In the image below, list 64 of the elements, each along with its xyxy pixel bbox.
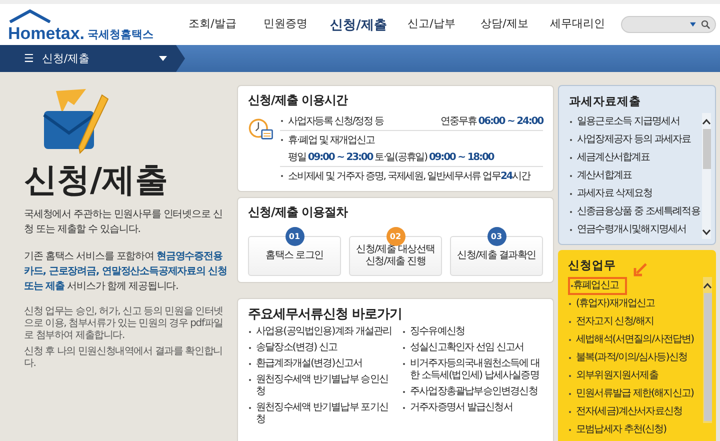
search-field[interactable] [621, 16, 716, 33]
panel-link[interactable]: 과세자료 삭제요청 [569, 185, 652, 203]
step-label: 신청/제출 결과확인 [457, 250, 536, 262]
panel-link[interactable]: 모범납세자 추천(신청) [568, 421, 666, 439]
note-text: 신청 업무는 승인, 허가, 신고 등의 민원을 인터넷으로 이용, 첨부서류가 있는 민원의 경우 pdf파일로 첨부하여 제출합니다. [24, 306, 224, 342]
scroll-up-icon[interactable] [703, 283, 712, 289]
shortcut-link[interactable]: 비거주자등의국내원천소득에 대한 소득세(법인세) 납세사실증명 [402, 358, 543, 382]
step-number: 03 [487, 227, 506, 246]
shortcut-link[interactable]: 원천징수세액 반기별납부 승인신청 [248, 374, 396, 398]
note-text: 신청 후 나의 민원신청내역에서 결과를 확인합니다. [24, 346, 224, 370]
panel-link[interactable]: 계산서합계표 [569, 167, 632, 185]
panel-link[interactable]: (휴업자)재개업신고 [568, 295, 655, 313]
shortcut-link[interactable]: 성실신고확인자 선임 신고서 [402, 342, 543, 354]
hours-item: 소비제세 및 거주자 증명, 국제세원, 일반세무서류 업무24시간 [280, 169, 530, 183]
shortcut-link[interactable]: 원천징수세액 반기별납부 포기신청 [248, 402, 396, 426]
arrow-icon [632, 263, 647, 277]
panel-link[interactable]: 전자고지 신청/해지 [568, 313, 654, 331]
hours-time: 평일 09:00 ~ 23:00 토·일(공휴일) 09:00 ~ 18:00 [287, 151, 496, 164]
page-title: 신청/제출 [24, 161, 170, 199]
intro-text: 기존 홈택스 서비스를 포함하여 현금영수증전용카드, 근로장려금, 연말정산소득공제자료의 신청 또는 제출 서비스가 함께 제공됩니다. [24, 250, 228, 294]
panel-link[interactable]: 전자(세금)계산서자료신청 [568, 403, 682, 421]
scrollbar[interactable] [703, 277, 712, 423]
step-number: 01 [285, 227, 304, 246]
shortcut-link[interactable]: 거주자증명서 발급신청서 [402, 402, 543, 414]
scrollbar[interactable] [702, 113, 711, 239]
panel-link[interactable]: 사업장제공자 등의 과세자료 [569, 131, 691, 149]
hours-item: 사업자등록 신청/정정 등 [280, 114, 384, 128]
card-title: 주요세무서류신청 바로가기 [248, 306, 404, 323]
breadcrumb-menu[interactable]: ☰ 신청/제출 [0, 45, 185, 72]
step-label: 신청/제출 대상선택 신청/제출 진행 [355, 244, 436, 268]
shortcut-link[interactable]: 송달장소(변경) 신고 [248, 342, 396, 354]
panel-link[interactable]: 세금계산서합계표 [569, 149, 650, 167]
shortcut-link[interactable]: 사업용(공익법인용)계좌 개설관리 [248, 326, 396, 338]
scroll-down-icon[interactable] [702, 229, 711, 235]
nav-tab[interactable]: 세무대리인 [541, 16, 614, 34]
nav-tab[interactable]: 민원증명 [249, 16, 322, 34]
panel-title: 과세자료제출 [569, 94, 641, 109]
shortcut-link[interactable]: 주사업장총괄납부승인변경신청 [402, 386, 543, 398]
search-icon[interactable] [700, 19, 710, 30]
card-title: 신청/제출 이용시간 [248, 92, 349, 109]
nav-tab[interactable]: 신고/납부 [395, 16, 468, 34]
shortcut-link[interactable]: 환급계좌개설(변경)신고서 [248, 358, 396, 370]
shortcut-link[interactable]: 징수유예신청 [402, 326, 543, 338]
step-label: 홈택스 로그인 [266, 250, 324, 262]
logo[interactable]: Hometax. [8, 24, 85, 42]
panel-link[interactable]: 세법해석(서면질의/사전답변) [568, 331, 694, 349]
panel-link[interactable]: 외부위원지원서제출 [568, 367, 658, 385]
panel-link[interactable]: 일용근로소득 지급명세서 [569, 113, 680, 131]
logo-subtitle: 국세청홈택스 [88, 26, 154, 42]
panel-title: 신청업무 [568, 258, 616, 273]
nav-tab[interactable]: 조회/발급 [176, 16, 249, 34]
panel-link[interactable]: 민원서류발급 제한(해지신고) [568, 385, 694, 403]
intro-text: 국세청에서 주관하는 민원사무를 인터넷으로 신청 또는 제출할 수 있습니다. [24, 208, 224, 237]
nav-tab[interactable]: 신청/제출 [322, 16, 395, 34]
hours-time: 연중무휴 06:00 ~ 24:00 [440, 115, 543, 128]
nav-tab[interactable]: 상담/제보 [468, 16, 541, 34]
caret-icon[interactable] [159, 56, 167, 61]
card-title: 신청/제출 이용절차 [248, 204, 349, 221]
caret-icon[interactable] [690, 22, 696, 27]
hours-item: 휴·폐업 및 재개업신고 [280, 133, 374, 147]
scroll-up-icon[interactable] [702, 119, 711, 125]
panel-link[interactable]: 불복(과적/이의/심사등)신청 [568, 349, 688, 367]
panel-link[interactable]: 신종금융상품 중 조세특례적용 [569, 203, 700, 221]
panel-link[interactable]: 연금수령개시및해지명세서 [569, 221, 686, 239]
